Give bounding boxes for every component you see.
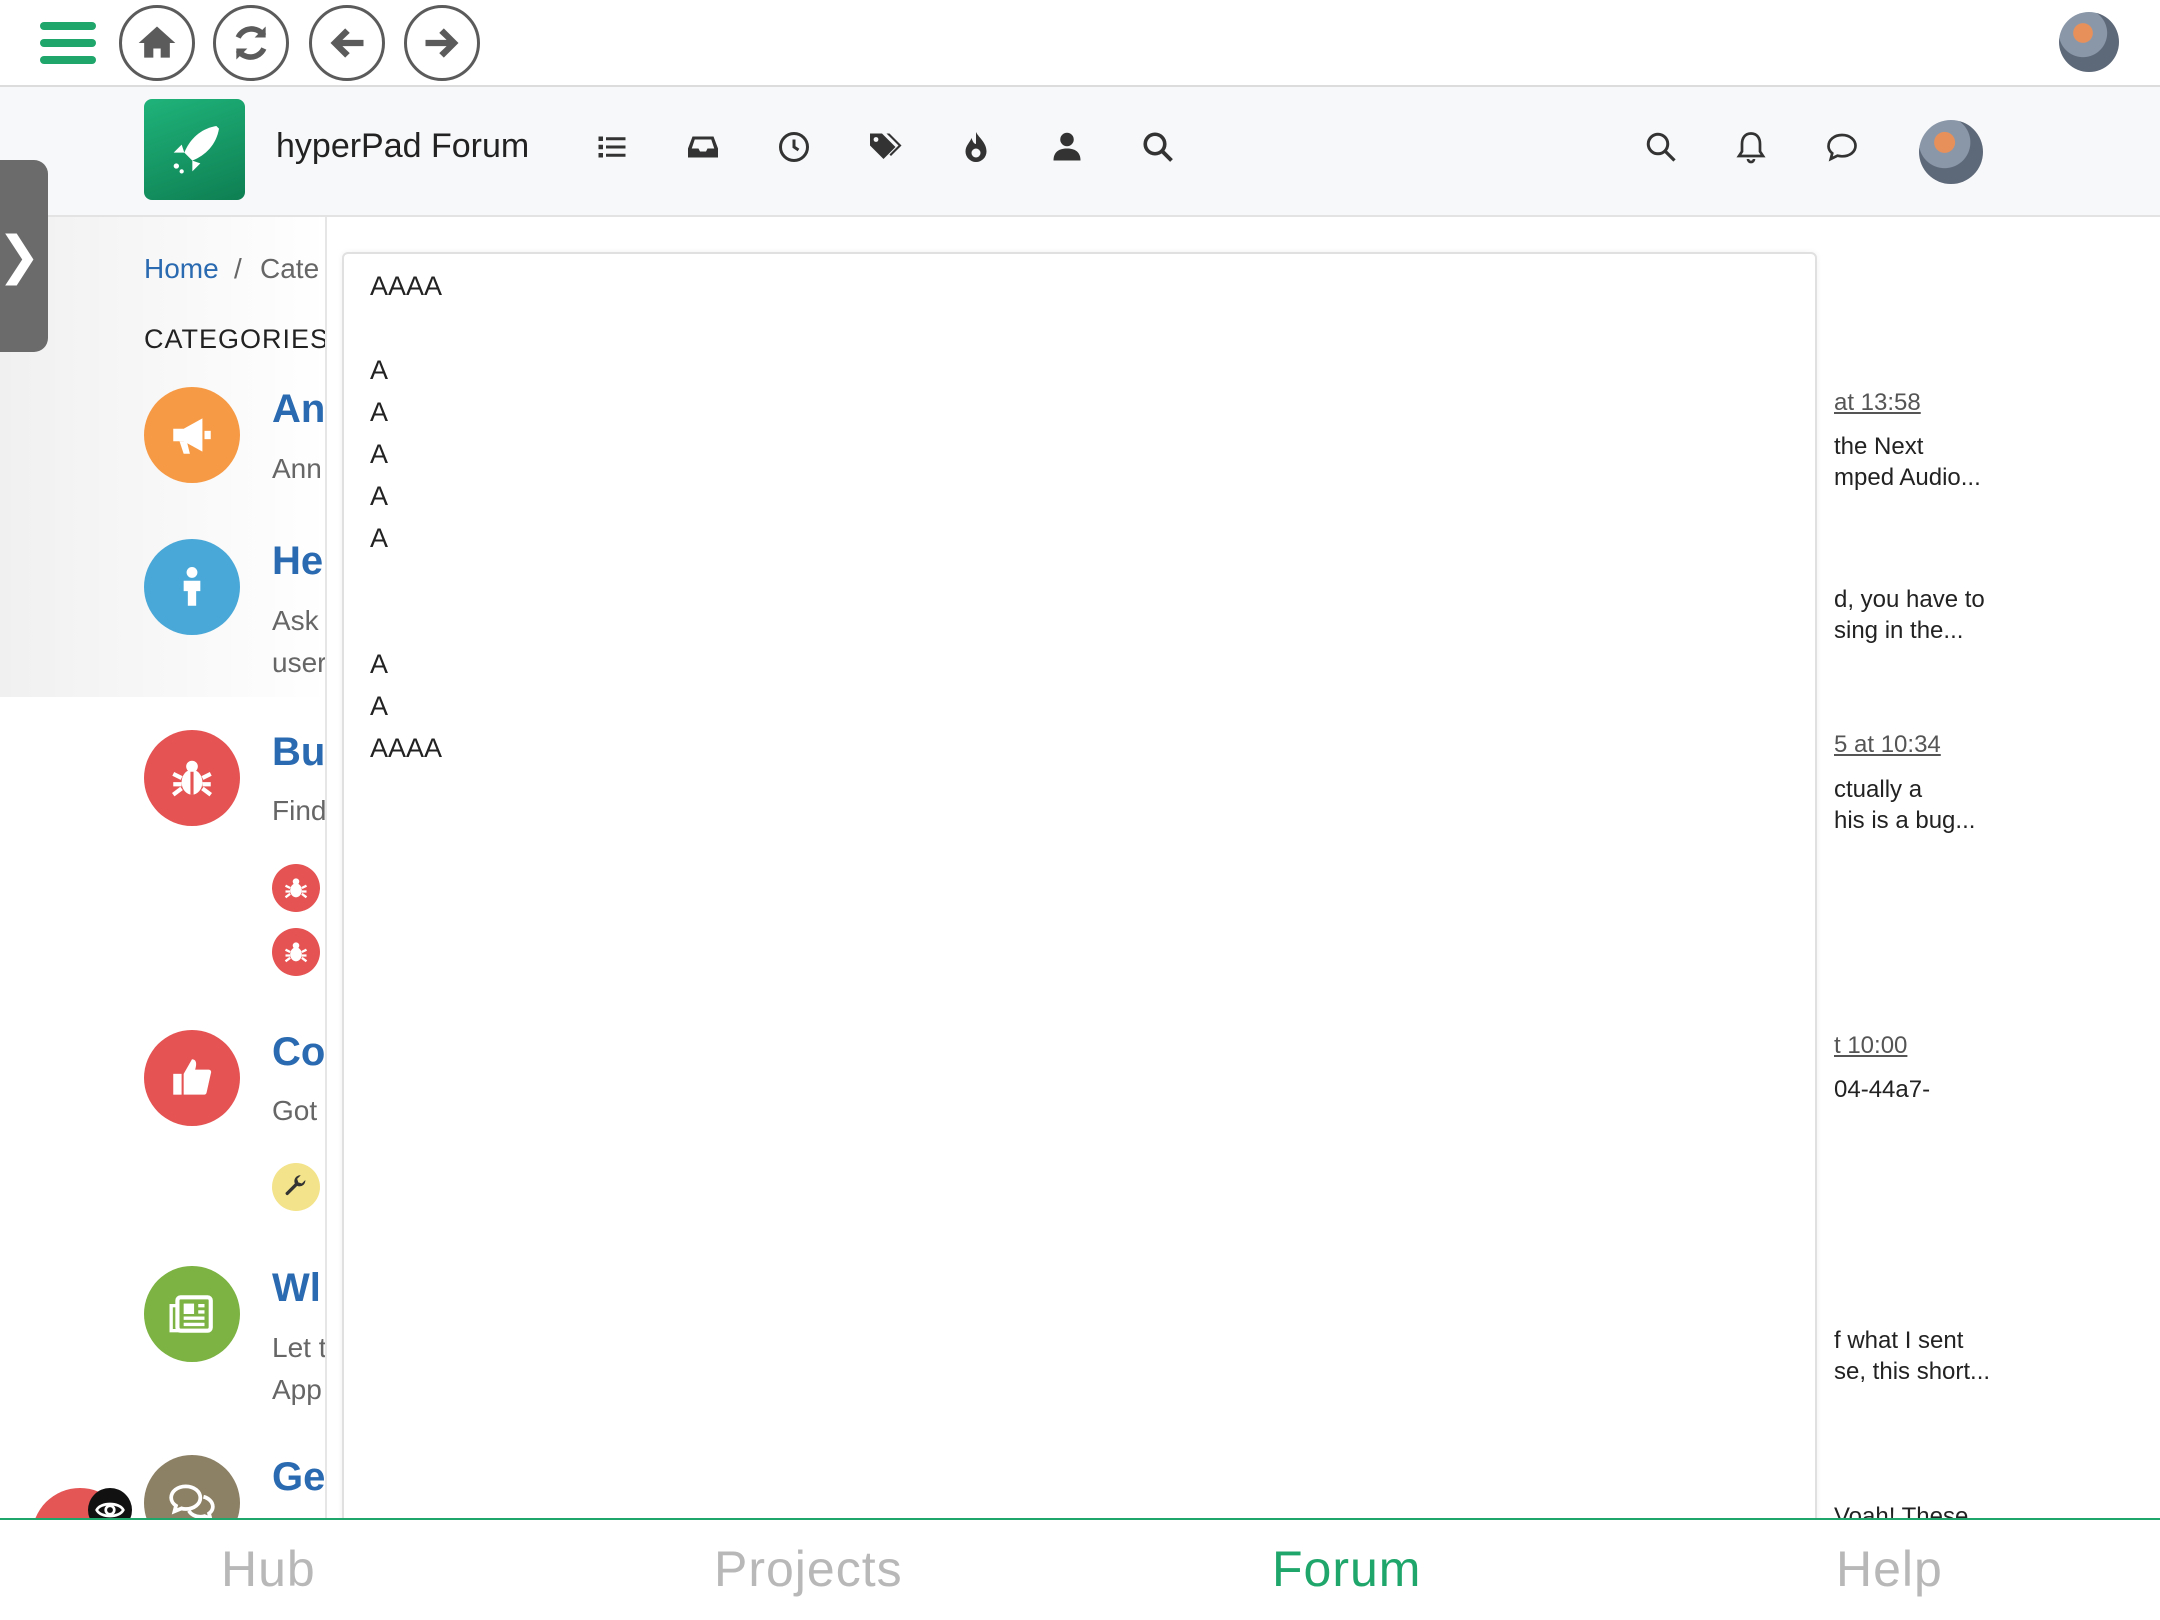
back-button[interactable] <box>309 5 385 81</box>
content-line: AAAA <box>370 271 443 301</box>
rocket-logo-icon[interactable] <box>144 99 245 200</box>
refresh-icon <box>235 26 267 60</box>
category-title[interactable]: Ge <box>272 1455 325 1500</box>
inbox-icon[interactable] <box>685 129 721 165</box>
app-toolbar <box>0 0 2160 87</box>
comments-icon[interactable] <box>144 1455 240 1519</box>
category-description: Ask <box>272 605 319 636</box>
content-line: A <box>370 355 389 385</box>
thumbs-up-icon[interactable] <box>144 1030 240 1126</box>
post-snippet: se, this short... <box>1834 1358 1991 1385</box>
hamburger-menu-icon[interactable] <box>40 22 96 64</box>
content-line: A <box>370 397 389 427</box>
tags-icon[interactable] <box>867 129 903 165</box>
post-snippet: the Next <box>1834 433 1924 460</box>
user-avatar[interactable] <box>2059 12 2119 72</box>
bottom-tab-bar: Hub Projects Forum Help <box>0 1518 2160 1620</box>
back-arrow-icon <box>330 28 364 58</box>
category-title[interactable]: Bu <box>272 730 325 775</box>
chat-icon[interactable] <box>1824 129 1860 165</box>
breadcrumb-current: Cate <box>260 253 320 284</box>
categories-column: Home / Cate CATEGORIES An Ann He Ask use… <box>0 217 326 1519</box>
tab-hub[interactable]: Hub <box>221 1540 316 1598</box>
bell-icon[interactable] <box>1733 129 1769 165</box>
person-icon[interactable] <box>144 539 240 635</box>
forward-arrow-icon <box>425 28 459 58</box>
content-line: A <box>370 439 389 469</box>
category-title[interactable]: Wl <box>272 1266 321 1311</box>
newspaper-icon[interactable] <box>144 1266 240 1362</box>
forum-user-avatar[interactable] <box>1919 120 1983 184</box>
categories-heading: CATEGORIES <box>144 324 326 354</box>
home-button[interactable] <box>119 5 195 81</box>
refresh-button[interactable] <box>213 5 289 81</box>
site-title[interactable]: hyperPad Forum <box>276 127 529 166</box>
category-description: Let t <box>272 1332 326 1363</box>
post-timestamp-link[interactable]: 5 at 10:34 <box>1834 731 1941 759</box>
column-divider <box>325 217 327 1519</box>
home-icon <box>138 26 176 58</box>
post-content-panel[interactable]: AAAA A A A A A A A AAAA <box>342 252 1817 1542</box>
list-icon[interactable] <box>594 129 630 165</box>
breadcrumb-separator: / <box>234 253 242 284</box>
bug-icon[interactable] <box>272 864 320 912</box>
clock-icon[interactable] <box>776 129 812 165</box>
content-line: A <box>370 649 389 679</box>
content-line: A <box>370 691 389 721</box>
search-icon[interactable] <box>1643 129 1679 165</box>
post-snippet: ctually a <box>1834 776 1923 803</box>
fire-icon[interactable] <box>958 129 994 165</box>
category-description: App <box>272 1374 322 1405</box>
tab-help[interactable]: Help <box>1836 1540 1943 1598</box>
content-line: AAAA <box>370 733 443 763</box>
post-snippet: mped Audio... <box>1834 464 1981 491</box>
category-title[interactable]: An <box>272 387 325 432</box>
post-snippet: 04-44a7- <box>1834 1076 1931 1103</box>
post-timestamp-link[interactable]: at 13:58 <box>1834 389 1921 417</box>
category-title[interactable]: He <box>272 539 323 584</box>
content-line: A <box>370 481 389 511</box>
category-description: Got <box>272 1095 318 1126</box>
category-description: Find <box>272 795 326 826</box>
breadcrumb-home-link[interactable]: Home <box>144 253 219 285</box>
user-icon[interactable] <box>1049 129 1085 165</box>
post-timestamp-link[interactable]: t 10:00 <box>1834 1032 1907 1060</box>
post-snippet: his is a bug... <box>1834 807 1976 834</box>
forum-header: hyperPad Forum <box>0 87 2160 217</box>
search-icon[interactable] <box>1140 129 1176 165</box>
bug-icon[interactable] <box>144 730 240 826</box>
category-description: Ann <box>272 453 322 484</box>
wrench-icon[interactable] <box>272 1163 320 1211</box>
content-line: A <box>370 523 389 553</box>
post-snippet: f what I sent <box>1834 1327 1964 1354</box>
recent-posts-column: at 13:58 the Next mped Audio... d, you h… <box>1834 217 2160 1519</box>
forward-button[interactable] <box>404 5 480 81</box>
category-title[interactable]: Co <box>272 1030 325 1075</box>
category-description: user <box>272 647 326 678</box>
bug-icon[interactable] <box>272 928 320 976</box>
tab-projects[interactable]: Projects <box>714 1540 903 1598</box>
tab-forum[interactable]: Forum <box>1272 1540 1421 1598</box>
post-snippet: Voah! These <box>1834 1503 1969 1519</box>
megaphone-icon[interactable] <box>144 387 240 483</box>
post-snippet: sing in the... <box>1834 617 1964 644</box>
post-snippet: d, you have to <box>1834 586 1985 613</box>
